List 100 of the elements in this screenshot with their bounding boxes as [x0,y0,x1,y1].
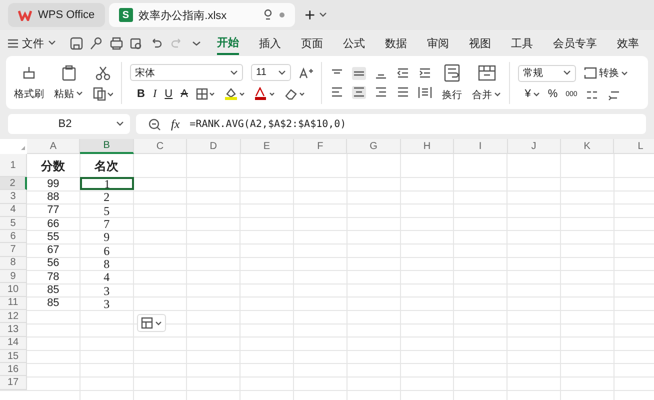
paste-button[interactable]: 粘贴 [54,86,83,100]
row-header[interactable]: 13 [0,323,27,337]
italic-button[interactable]: I [152,88,157,100]
ribbon-tab[interactable]: 审阅 [427,32,449,54]
strikethrough-button[interactable]: A [180,88,188,100]
font-color-icon[interactable] [254,87,276,101]
format-painter-button[interactable]: 格式刷 [14,86,44,100]
column-header[interactable]: A [27,139,80,154]
column-header[interactable]: F [294,139,348,154]
ribbon-tab[interactable]: 插入 [259,32,281,54]
align-middle-icon[interactable] [352,66,366,80]
file-menu[interactable]: 文件 [8,36,56,50]
row-header[interactable]: 3 [0,190,27,204]
ribbon-tab[interactable]: 数据 [385,32,407,54]
paste-options-button[interactable] [137,314,166,332]
merge-button[interactable]: 合并 [472,88,501,102]
row-header[interactable]: 10 [0,283,27,297]
ribbon-tab[interactable]: 页面 [301,32,323,54]
save-icon[interactable] [70,36,83,50]
align-left-icon[interactable] [330,86,344,98]
row-header[interactable]: 5 [0,216,27,230]
align-right-icon[interactable] [374,86,388,98]
currency-button[interactable]: ¥ [524,88,540,100]
underline-button[interactable]: U [164,88,173,100]
wrap-text-icon [443,64,461,82]
decrease-indent-icon[interactable] [396,66,410,80]
row-header[interactable]: 1 [0,154,27,177]
function-button[interactable]: fx [171,116,180,132]
wrap-text-button[interactable]: 换行 [442,88,462,102]
row-header[interactable]: 2 [0,177,27,190]
row-header[interactable]: 14 [0,336,27,350]
eraser-icon[interactable] [284,87,306,101]
formula-field[interactable]: fx =RANK.AVG(A2,$A$2:$A$10,0) [136,114,646,134]
dot-icon [278,12,285,18]
number-format-dropdown[interactable]: 常规 [518,64,576,82]
table-cell-text: 99 [46,178,60,190]
column-header[interactable]: G [347,139,401,154]
table-cell-text: 3 [102,298,111,310]
column-header[interactable]: B [80,139,134,154]
bold-button[interactable]: B [137,88,145,100]
column-header[interactable]: I [454,139,508,154]
zoom-icon[interactable] [148,118,161,130]
document-tab[interactable]: S 效率办公指南.xlsx [108,3,295,27]
row-header[interactable]: 9 [0,270,27,284]
chevron-icon[interactable] [319,12,328,18]
align-center-icon[interactable] [352,86,366,98]
column-header[interactable]: C [134,139,188,154]
new-tab-button[interactable]: + [304,4,316,26]
distributed-icon[interactable] [418,86,432,98]
chevron-icon [494,92,501,97]
table-cell-text: 4 [102,271,111,284]
font-size-dropdown[interactable]: 11 [251,64,291,81]
table-cell-text: 56 [46,258,60,270]
row-header[interactable]: 12 [0,310,27,324]
ribbon-tab[interactable]: 视图 [469,32,491,54]
undo-icon[interactable] [150,36,163,50]
chevron-icon [278,70,286,76]
scissors-icon[interactable] [95,64,111,80]
justify-icon[interactable] [396,86,410,98]
row-header[interactable]: 7 [0,243,27,257]
sheet-badge: S [118,8,133,22]
row-header[interactable]: 15 [0,350,27,364]
increase-indent-icon[interactable] [418,66,432,80]
copy-icon[interactable] [93,86,113,100]
chevron-icon [532,92,540,96]
name-box[interactable]: B2 [8,114,130,134]
column-header[interactable]: J [508,139,561,154]
column-header[interactable]: K [560,139,614,154]
table-cell-text: 5 [102,204,111,217]
table-cell-text: 6 [102,244,111,257]
row-header[interactable]: 16 [0,363,27,376]
fill-color-icon[interactable] [224,87,246,101]
table-cell[interactable]: 1 [80,177,134,190]
print-preview-icon[interactable] [130,36,143,50]
chevron-icon [155,320,162,326]
ribbon-tab[interactable]: 工具 [511,32,533,54]
ribbon-tab[interactable]: 效率 [617,32,639,54]
convert-button[interactable]: 转换 [584,66,628,80]
chevron-icon [116,121,124,127]
percent-button[interactable]: % [548,88,558,100]
column-header[interactable]: L [614,139,654,154]
column-header[interactable]: H [400,139,454,154]
ribbon-tab[interactable]: 会员专享 [553,32,597,54]
row-header[interactable]: 11 [0,296,27,310]
borders-icon[interactable] [196,88,216,100]
print-icon[interactable] [110,36,123,50]
row-header[interactable]: 4 [0,204,27,217]
table-cell-text: 85 [46,298,60,310]
column-header[interactable]: E [240,139,294,154]
table-cell-text: 2 [102,191,111,204]
row-header[interactable]: 6 [0,230,27,244]
row-header[interactable]: 8 [0,256,27,270]
column-header[interactable]: D [187,139,241,154]
increase-font-icon[interactable] [299,66,313,78]
ribbon-tab[interactable]: 公式 [343,32,365,54]
document-tab[interactable]: WPS Office [8,3,105,27]
row-header[interactable]: 17 [0,376,27,390]
menu-icon [8,38,18,48]
bulb-icon[interactable] [262,9,273,21]
font-dropdown[interactable]: 宋体 [130,64,243,81]
